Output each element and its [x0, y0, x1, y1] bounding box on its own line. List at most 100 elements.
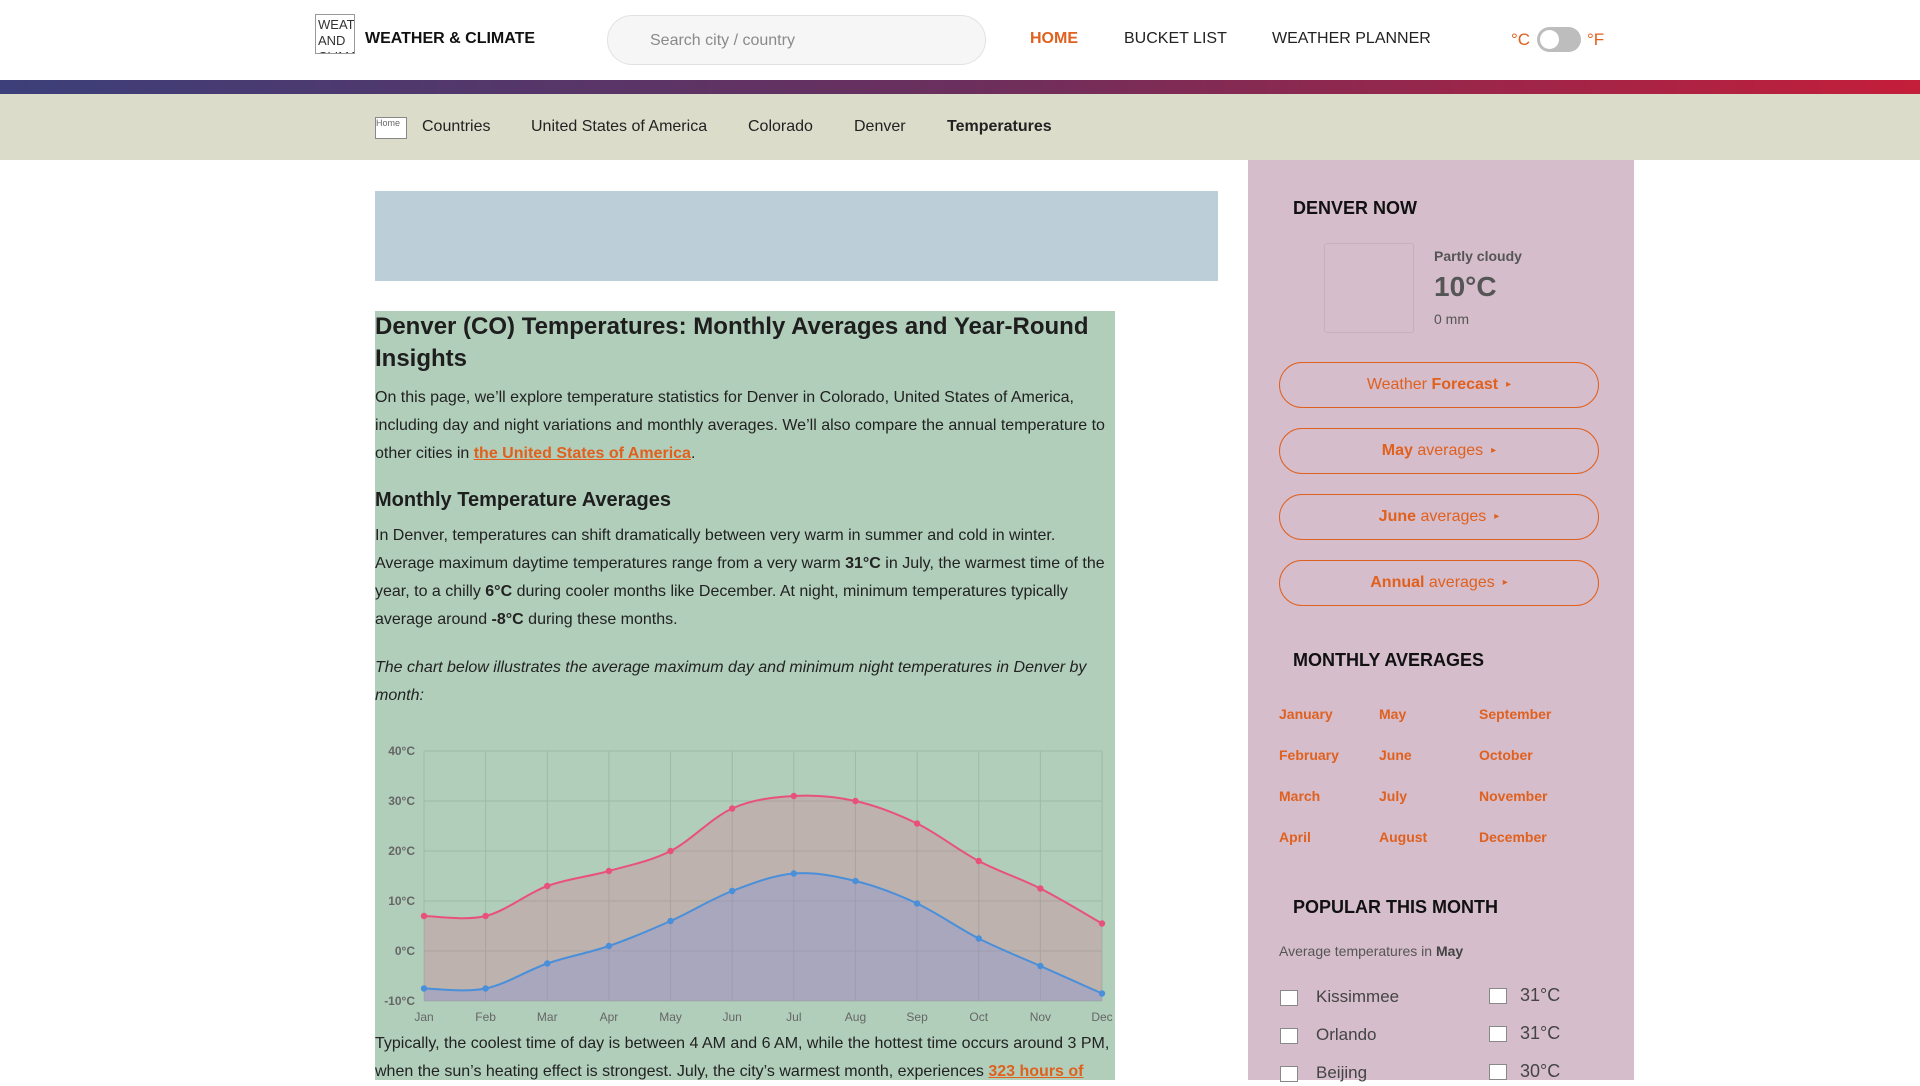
flag-icon — [1280, 990, 1298, 1006]
may-label-b: averages — [1412, 442, 1484, 459]
chart-data-point — [975, 857, 982, 865]
month-link-september[interactable]: September — [1479, 706, 1551, 722]
chart-data-point — [544, 960, 551, 967]
breadcrumb-countries[interactable]: Countries — [422, 118, 490, 136]
chart-x-tick-label: Dec — [1091, 1010, 1112, 1024]
summary-paragraph: In Denver, temperatures can shift dramat… — [375, 522, 1115, 634]
may-label-a: May — [1381, 442, 1413, 459]
annual-label-a: Annual — [1370, 574, 1425, 591]
popular-sub-text: Average temperatures in — [1279, 943, 1436, 959]
annual-label-b: averages — [1424, 574, 1495, 591]
chart-data-point — [728, 887, 736, 895]
june-averages-button[interactable]: June averages ▸ — [1279, 494, 1599, 540]
chart-y-tick-label: 10°C — [388, 894, 415, 908]
brand-name[interactable]: WEATHER & CLIMATE — [365, 30, 535, 48]
ad-banner[interactable] — [375, 191, 1218, 281]
month-link-february[interactable]: February — [1279, 747, 1339, 763]
arrow-right-icon: ▸ — [1502, 577, 1508, 588]
breadcrumb-denver[interactable]: Denver — [854, 118, 906, 136]
max-temp-value: 31°C — [845, 555, 881, 572]
current-precipitation: 0 mm — [1434, 311, 1469, 327]
weather-icon — [1489, 1026, 1507, 1042]
search-box[interactable] — [607, 15, 986, 65]
forecast-label-b: Forecast — [1431, 376, 1499, 393]
search-input[interactable] — [650, 29, 970, 53]
chart-x-tick-label: Oct — [969, 1010, 988, 1024]
weather-forecast-button[interactable]: Weather Forecast ▸ — [1279, 362, 1599, 408]
monthly-averages-title: MONTHLY AVERAGES — [1293, 650, 1485, 670]
arrow-right-icon: ▸ — [1494, 511, 1500, 522]
site-logo[interactable]: WEATHER AND CLIMATE — [315, 14, 355, 54]
night-temp-value: -8°C — [491, 611, 524, 628]
min-day-temp-value: 6°C — [485, 583, 513, 600]
month-link-november[interactable]: November — [1479, 788, 1547, 804]
chart-y-tick-label: 30°C — [388, 794, 415, 808]
chart-data-point — [1098, 990, 1106, 997]
country-link[interactable]: the United States of America — [474, 445, 691, 462]
breadcrumb-colorado[interactable]: Colorado — [748, 118, 813, 136]
chart-x-tick-label: Sep — [906, 1010, 928, 1024]
month-link-december[interactable]: December — [1479, 829, 1547, 845]
chart-x-tick-label: Mar — [537, 1010, 558, 1024]
month-link-august[interactable]: August — [1379, 829, 1427, 845]
popular-title: POPULAR THIS MONTH — [1293, 897, 1498, 917]
chart-data-point — [790, 870, 798, 877]
popular-temp-orlando: 31°C — [1520, 1023, 1561, 1043]
month-link-january[interactable]: January — [1279, 706, 1333, 722]
chart-y-tick-label: -10°C — [384, 994, 415, 1008]
popular-city-orlando[interactable]: Orlando — [1316, 1025, 1376, 1045]
current-condition: Partly cloudy — [1434, 248, 1522, 264]
arrow-right-icon: ▸ — [1491, 445, 1497, 456]
current-temperature: 10°C — [1434, 271, 1497, 302]
unit-fahrenheit-label[interactable]: °F — [1587, 30, 1604, 50]
nav-home[interactable]: HOME — [1030, 30, 1078, 48]
may-averages-button[interactable]: May averages ▸ — [1279, 428, 1599, 474]
unit-toggle[interactable] — [1537, 27, 1581, 52]
popular-temp-beijing: 30°C — [1520, 1061, 1561, 1081]
chart-x-tick-label: Apr — [600, 1010, 619, 1024]
chart-data-point — [1037, 885, 1044, 892]
chart-data-point — [544, 882, 551, 890]
chart-data-point — [605, 867, 613, 875]
arrow-right-icon: ▸ — [1506, 379, 1512, 390]
nav-weather-planner[interactable]: WEATHER PLANNER — [1272, 30, 1431, 48]
chart-y-tick-label: 40°C — [388, 744, 415, 758]
chart-data-point — [790, 792, 798, 800]
month-link-july[interactable]: July — [1379, 788, 1407, 804]
chart-data-point — [420, 985, 428, 992]
annual-averages-button[interactable]: Annual averages ▸ — [1279, 560, 1599, 606]
chart-data-point — [728, 805, 736, 812]
chart-data-point — [975, 935, 982, 942]
temperature-chart: 40°C 30°C 20°C 10°C 0°C -10°C Jan Feb Mar Apr May J… — [384, 744, 1112, 1024]
home-icon[interactable]: Home — [375, 117, 407, 139]
popular-city-kissimmee[interactable]: Kissimmee — [1316, 987, 1399, 1007]
unit-celsius-label[interactable]: °C — [1511, 30, 1530, 50]
june-label-b: averages — [1416, 508, 1487, 525]
section-title: Monthly Temperature Averages — [375, 489, 672, 511]
popular-city-beijing[interactable]: Beijing — [1316, 1063, 1367, 1083]
chart-data-point — [1037, 962, 1044, 970]
month-link-october[interactable]: October — [1479, 747, 1533, 763]
chart-y-tick-label: 20°C — [388, 844, 415, 858]
breadcrumb-usa[interactable]: United States of America — [531, 118, 707, 136]
daily-cycle-paragraph: Typically, the coolest time of day is be… — [375, 1030, 1115, 1086]
popular-subtitle: Average temperatures in May — [1279, 943, 1463, 959]
chart-data-point — [1098, 920, 1106, 927]
chart-x-tick-label: Feb — [475, 1010, 496, 1024]
chart-data-point — [667, 917, 674, 925]
partly-cloudy-icon — [1324, 243, 1414, 333]
month-link-june[interactable]: June — [1379, 747, 1412, 763]
chart-data-point — [482, 985, 489, 992]
chart-data-point — [852, 797, 859, 805]
chart-x-tick-label: Aug — [845, 1010, 866, 1024]
intro-end: . — [690, 445, 696, 462]
month-link-march[interactable]: March — [1279, 788, 1320, 804]
month-link-april[interactable]: April — [1279, 829, 1311, 845]
breadcrumb-temperatures: Temperatures — [947, 118, 1052, 135]
sunshine-hours-link[interactable]: 323 hours of — [988, 1063, 1083, 1080]
chart-data-point — [852, 877, 859, 885]
month-link-may[interactable]: May — [1379, 706, 1406, 722]
chart-data-point — [913, 900, 921, 907]
flag-icon — [1280, 1028, 1298, 1044]
nav-bucket-list[interactable]: BUCKET LIST — [1124, 30, 1227, 48]
